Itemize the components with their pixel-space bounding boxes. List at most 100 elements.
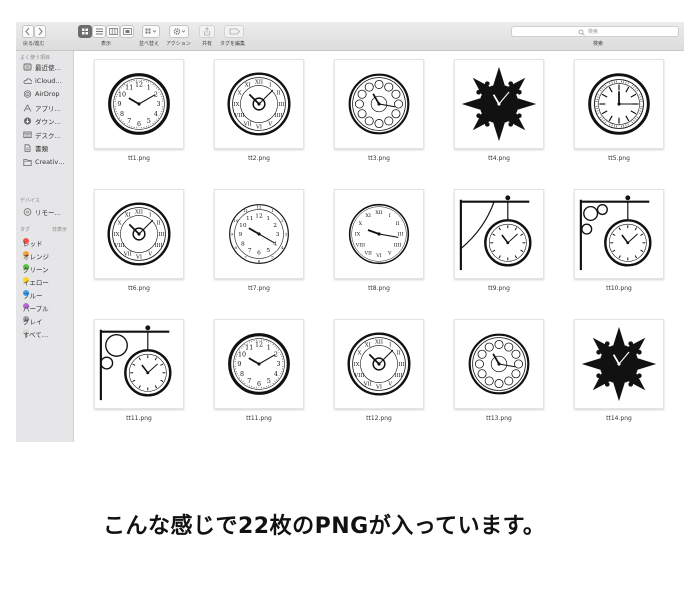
sidebar-item-downloads[interactable]: ダウン… <box>23 116 61 126</box>
file-item[interactable]: tt3.png <box>314 51 424 171</box>
file-item[interactable]: tt4.png <box>434 51 544 171</box>
svg-text:XI: XI <box>245 82 251 88</box>
sidebar-tag-item[interactable]: イエロー <box>23 275 49 287</box>
svg-text:1: 1 <box>147 83 151 91</box>
file-name: tt12.png <box>366 415 392 422</box>
svg-text:3: 3 <box>285 231 288 236</box>
sidebar: よく使う項目 最近使… iCloud… AirDrop アプリ… ダウン… デスク… 書類 C… <box>16 51 74 442</box>
file-item[interactable]: tt5.png <box>554 51 664 171</box>
svg-text:I: I <box>149 212 151 218</box>
sidebar-tag-item[interactable]: レッド <box>23 236 43 248</box>
sidebar-item-folder[interactable]: Creativ… <box>23 157 65 167</box>
sidebar-item-cloud[interactable]: iCloud… <box>23 76 62 86</box>
edit-tags-button[interactable] <box>224 25 244 38</box>
file-thumbnail[interactable]: XII I II III IIII V VI VII VIII IX X XI <box>334 189 424 279</box>
sidebar-item-desktop[interactable]: デスク… <box>23 130 61 140</box>
search-icon <box>578 29 585 36</box>
svg-text:I: I <box>389 342 391 348</box>
sidebar-item-applications[interactable]: アプリ… <box>23 103 61 113</box>
toolbar: 戻る/進む 表示 並べ替え アクション 共有 タグを編集 検索 検索 <box>16 22 684 51</box>
tag-color-dot: パープル <box>23 303 49 313</box>
svg-text:V: V <box>267 121 272 127</box>
svg-text:1: 1 <box>267 343 271 351</box>
file-thumbnail[interactable] <box>574 189 664 279</box>
file-item[interactable]: 12 1 2 3 4 5 6 7 8 9 10 11 12 1 2 3 4 5 6 7 8 9 10 11 tt7.png <box>194 181 304 301</box>
clock-image <box>579 195 652 271</box>
file-thumbnail[interactable]: 12 1 2 3 4 5 6 7 8 9 10 11 <box>214 319 304 409</box>
share-label: 共有 <box>202 41 213 47</box>
clock-image <box>99 325 172 401</box>
file-name: tt4.png <box>488 155 510 162</box>
sidebar-item-label: AirDrop <box>35 90 60 98</box>
sidebar-tag-item[interactable]: グリーン <box>23 262 49 274</box>
svg-text:12: 12 <box>257 204 262 209</box>
svg-text:III: III <box>398 362 404 368</box>
file-thumbnail[interactable]: XII I II III IIII V VI VII VIII IX X XI <box>334 319 424 409</box>
file-item[interactable]: 12 1 2 3 4 5 6 7 8 9 10 11 tt11.png <box>194 311 304 431</box>
view-icon-button[interactable] <box>78 25 92 38</box>
sidebar-item-label: iCloud… <box>35 76 62 85</box>
view-column-button[interactable] <box>106 25 120 38</box>
file-thumbnail[interactable] <box>94 319 184 409</box>
svg-text:I: I <box>269 82 271 88</box>
sidebar-item-documents[interactable]: 書類 <box>23 143 48 153</box>
sidebar-item-remote-disc[interactable]: リモー… <box>23 207 61 217</box>
sidebar-tag-item[interactable]: ブルー <box>23 288 43 300</box>
file-item[interactable]: XII I II III IIII V VI VII VIII IX X XI tt6.png <box>74 181 184 301</box>
file-thumbnail[interactable]: XII I II III IIII V VI VII VIII IX X XI <box>94 189 184 279</box>
gallery-view-icon <box>123 28 132 35</box>
svg-text:9: 9 <box>239 232 243 238</box>
sidebar-item-label: Creativ… <box>35 157 65 166</box>
file-thumbnail[interactable]: 12 1 2 3 4 5 6 7 8 9 10 11 <box>94 59 184 149</box>
sidebar-tags-header: タグ <box>20 227 31 233</box>
svg-text:6: 6 <box>257 381 261 388</box>
sidebar-tag-item[interactable]: すべて… <box>23 327 48 339</box>
clock-image <box>588 73 650 135</box>
downloads-icon <box>24 117 31 125</box>
file-item[interactable]: XII I II III IIII V VI VII VIII IX X XI tt12.png <box>314 311 424 431</box>
file-thumbnail[interactable]: 12 1 2 3 4 5 6 7 8 9 10 11 12 1 2 3 4 5 6 7 8 9 10 11 <box>214 189 304 279</box>
back-button[interactable] <box>22 25 34 38</box>
file-item[interactable]: tt9.png <box>434 181 544 301</box>
file-item[interactable]: tt11.png <box>74 311 184 431</box>
svg-text:XII: XII <box>135 209 143 215</box>
forward-button[interactable] <box>34 25 46 38</box>
file-item[interactable]: tt13.png <box>434 311 544 431</box>
search-field[interactable]: 検索 <box>511 26 679 37</box>
svg-text:III: III <box>398 232 404 238</box>
view-list-button[interactable] <box>92 25 106 38</box>
file-thumbnail[interactable] <box>454 189 544 279</box>
view-gallery-button[interactable] <box>120 25 134 38</box>
file-thumbnail[interactable] <box>574 59 664 149</box>
file-thumbnail[interactable]: XII I II III IIII V VI VII VIII IX X XI <box>214 59 304 149</box>
file-thumbnail[interactable] <box>334 59 424 149</box>
sidebar-item-label: デスク… <box>35 131 61 140</box>
svg-text:II: II <box>156 221 160 227</box>
sidebar-tag-item[interactable]: グレイ <box>23 314 43 326</box>
sidebar-devices-header: デバイス <box>20 198 40 204</box>
action-button[interactable] <box>169 25 189 38</box>
sidebar-item-recents[interactable]: 最近使… <box>23 62 61 72</box>
sidebar-tags-toggle[interactable]: 非表示 <box>52 226 67 233</box>
sidebar-tag-item[interactable]: オレンジ <box>23 249 49 261</box>
file-name: tt11.png <box>126 415 152 422</box>
sidebar-tag-item[interactable]: パープル <box>23 301 49 313</box>
file-item[interactable]: XII I II III IIII V VI VII VIII IX X XI tt8.png <box>314 181 424 301</box>
file-item[interactable]: XII I II III IIII V VI VII VIII IX X XI tt2.png <box>194 51 304 171</box>
share-button[interactable] <box>199 25 215 38</box>
svg-text:IX: IX <box>234 102 240 108</box>
file-name: tt6.png <box>128 285 150 292</box>
file-thumbnail[interactable] <box>454 59 544 149</box>
file-item[interactable]: 12 1 2 3 4 5 6 7 8 9 10 11 tt1.png <box>74 51 184 171</box>
file-item[interactable]: tt10.png <box>554 181 664 301</box>
arrange-button[interactable] <box>142 25 160 38</box>
svg-text:IX: IX <box>354 362 360 368</box>
chevron-right-icon <box>38 27 43 36</box>
sidebar-item-airdrop[interactable]: AirDrop <box>23 89 60 99</box>
action-label: アクション <box>166 41 191 47</box>
file-name: tt1.png <box>128 155 150 162</box>
file-thumbnail[interactable] <box>574 319 664 409</box>
tag-color-dot: グレイ <box>23 316 43 326</box>
file-thumbnail[interactable] <box>454 319 544 409</box>
file-item[interactable]: tt14.png <box>554 311 664 431</box>
